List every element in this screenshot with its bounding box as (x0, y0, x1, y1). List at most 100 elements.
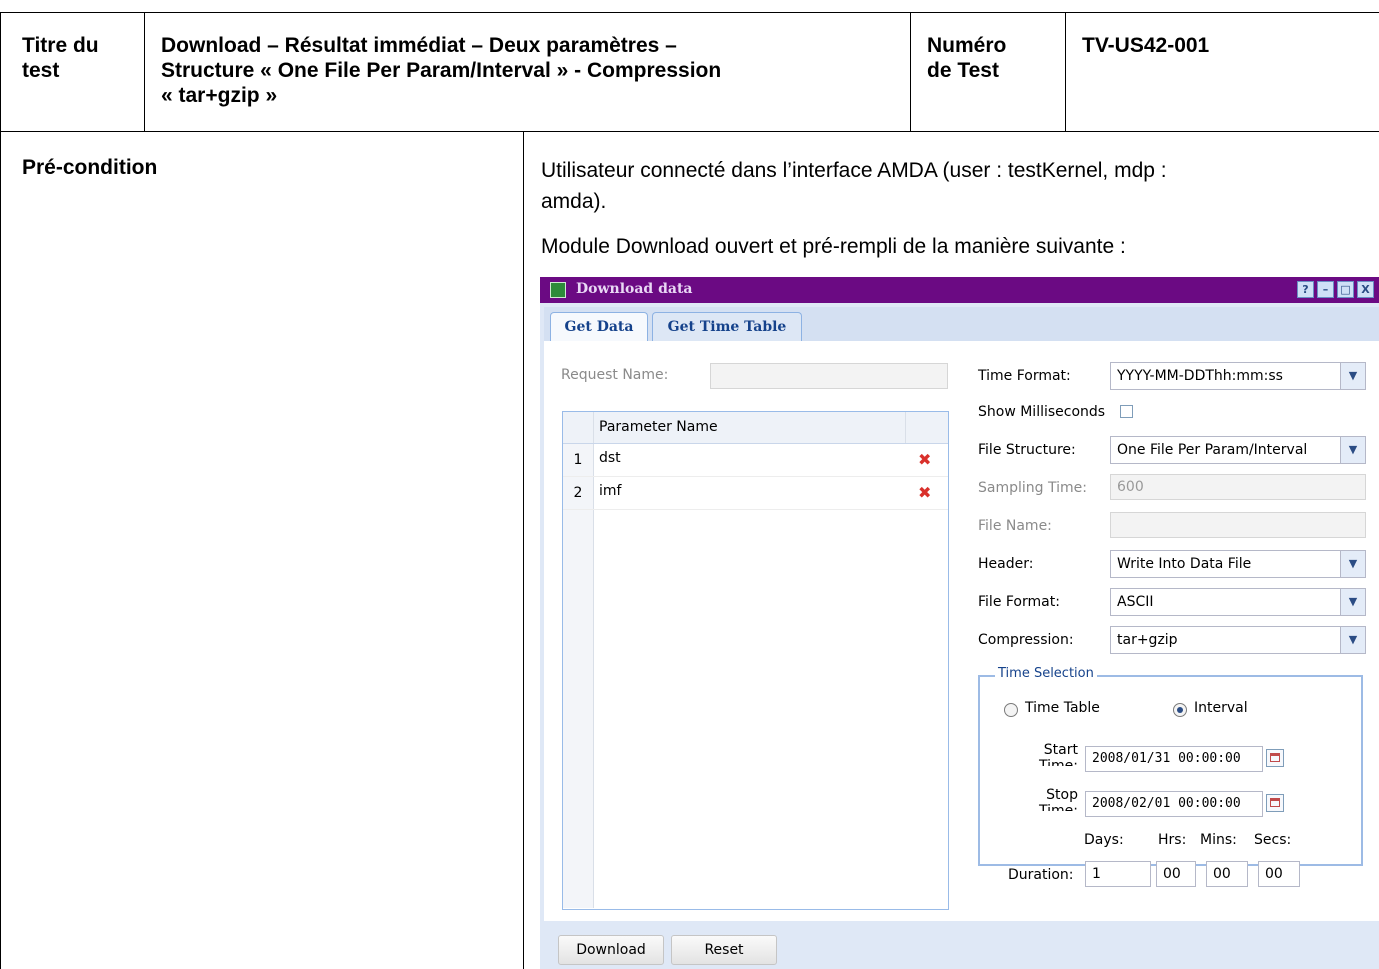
header-value: Write Into Data File (1117, 556, 1252, 572)
start-time-input[interactable]: 2008/01/31 00:00:00 (1085, 746, 1263, 772)
mins-label: Mins: (1200, 832, 1237, 848)
stop-time-label-line1: Stop (1046, 787, 1078, 803)
tab-get-data[interactable]: Get Data (550, 312, 648, 342)
test-number-value: TV-US42-001 (1082, 34, 1210, 57)
test-number-label-line1: Numéro (927, 34, 1007, 57)
download-button[interactable]: Download (558, 935, 664, 965)
precondition-line1: Utilisateur connecté dans l’interface AM… (541, 159, 1167, 182)
start-time-label-line1: Start (1043, 742, 1078, 758)
test-title-line2: Structure « One File Per Param/Interval … (161, 59, 722, 82)
time-format-select[interactable]: YYYY-MM-DDThh:mm:ss ▼ (1110, 362, 1366, 390)
calendar-icon[interactable] (1266, 794, 1284, 812)
precondition-text-2: Module Download ouvert et pré-rempli de … (541, 235, 1126, 258)
file-name-input[interactable] (1110, 512, 1366, 538)
chevron-down-icon[interactable]: ▼ (1340, 363, 1365, 389)
table-row[interactable]: 1 dst ✖ (563, 444, 948, 477)
maximize-icon[interactable]: □ (1337, 281, 1354, 298)
stop-time-input[interactable]: 2008/02/01 00:00:00 (1085, 791, 1263, 817)
start-time-label: Start Time: (1038, 742, 1078, 766)
test-title-label-line1: Titre du (22, 34, 99, 57)
table-col-divider-1 (144, 12, 145, 131)
download-window: Download data ? – □ X Get Data Get Time … (540, 277, 1379, 969)
test-number-label: Numéro de Test (927, 33, 1006, 83)
table-border-top (0, 12, 1379, 13)
chevron-down-icon[interactable]: ▼ (1340, 627, 1365, 653)
tab-get-time-table[interactable]: Get Time Table (652, 312, 802, 341)
duration-label: Duration: (1008, 867, 1074, 883)
row-number: 1 (563, 444, 594, 476)
time-table-radio[interactable] (1004, 703, 1018, 717)
grid-header-rownum (563, 412, 594, 443)
stop-time-label-line2: Time: (1039, 803, 1078, 811)
request-name-label: Request Name: (561, 367, 669, 383)
window-title-bar[interactable]: Download data ? – □ X (540, 277, 1379, 303)
compression-label: Compression: (978, 632, 1074, 648)
file-structure-value: One File Per Param/Interval (1117, 442, 1308, 458)
file-structure-label: File Structure: (978, 442, 1076, 458)
file-format-select[interactable]: ASCII ▼ (1110, 588, 1366, 616)
parameter-name-cell: imf (599, 483, 622, 499)
hrs-label: Hrs: (1158, 832, 1187, 848)
window-title: Download data (576, 281, 693, 297)
download-icon (550, 282, 566, 298)
secs-label: Secs: (1254, 832, 1292, 848)
time-format-label: Time Format: (978, 368, 1071, 384)
parameter-name-cell: dst (599, 450, 621, 466)
test-title-line3: « tar+gzip » (161, 84, 278, 107)
table-col-divider-3 (1065, 12, 1066, 131)
header-select[interactable]: Write Into Data File ▼ (1110, 550, 1366, 578)
precondition-label: Pré-condition (22, 156, 158, 179)
parameter-grid: Parameter Name 1 dst ✖ 2 imf ✖ (562, 411, 949, 910)
row-number: 2 (563, 477, 594, 509)
time-table-label[interactable]: Time Table (1025, 700, 1100, 716)
chevron-down-icon[interactable]: ▼ (1340, 437, 1365, 463)
sampling-time-input[interactable]: 600 (1110, 474, 1366, 500)
stop-time-label: Stop Time: (1038, 787, 1078, 811)
duration-days-input[interactable]: 1 (1085, 861, 1151, 887)
interval-label[interactable]: Interval (1194, 700, 1248, 716)
table-col-divider-2 (910, 12, 911, 131)
grid-header-action (905, 412, 906, 443)
test-title-value: Download – Résultat immédiat – Deux para… (161, 33, 721, 108)
grid-header: Parameter Name (563, 412, 948, 444)
bottom-toolbar: Download Reset (544, 921, 1379, 969)
time-format-value: YYYY-MM-DDThh:mm:ss (1117, 368, 1283, 384)
table-border-left (0, 12, 1, 969)
duration-mins-input[interactable]: 00 (1206, 861, 1248, 887)
precondition-line2: amda). (541, 190, 607, 213)
table-row[interactable]: 2 imf ✖ (563, 477, 948, 510)
minimize-icon[interactable]: – (1317, 281, 1334, 298)
table-row-divider (0, 131, 1379, 132)
header-label: Header: (978, 556, 1034, 572)
duration-hrs-input[interactable]: 00 (1156, 861, 1196, 887)
grid-header-parameter-name[interactable]: Parameter Name (599, 419, 718, 435)
show-milliseconds-label: Show Milliseconds (978, 404, 1106, 420)
chevron-down-icon[interactable]: ▼ (1340, 551, 1365, 577)
help-icon[interactable]: ? (1297, 281, 1314, 298)
chevron-down-icon[interactable]: ▼ (1340, 589, 1365, 615)
sampling-time-label: Sampling Time: (978, 480, 1087, 496)
time-selection-legend: Time Selection (995, 666, 1097, 681)
show-milliseconds-checkbox[interactable] (1120, 405, 1133, 418)
file-format-label: File Format: (978, 594, 1060, 610)
compression-value: tar+gzip (1117, 632, 1178, 648)
test-number-label-line2: de Test (927, 59, 999, 82)
get-data-panel: Request Name: Parameter Name 1 dst ✖ 2 i… (544, 341, 1379, 921)
duration-secs-input[interactable]: 00 (1258, 861, 1300, 887)
delete-icon[interactable]: ✖ (918, 483, 931, 502)
request-name-input[interactable] (710, 363, 948, 389)
test-title-label: Titre du test (22, 33, 99, 83)
test-title-label-line2: test (22, 59, 60, 82)
grid-rownum-column (563, 510, 594, 908)
calendar-icon[interactable] (1266, 749, 1284, 767)
file-name-label: File Name: (978, 518, 1052, 534)
precondition-text-1: Utilisateur connecté dans l’interface AM… (541, 158, 1371, 214)
reset-button[interactable]: Reset (671, 935, 777, 965)
file-format-value: ASCII (1117, 594, 1154, 610)
file-structure-select[interactable]: One File Per Param/Interval ▼ (1110, 436, 1366, 464)
close-icon[interactable]: X (1357, 281, 1374, 298)
days-label: Days: (1084, 832, 1124, 848)
delete-icon[interactable]: ✖ (918, 450, 931, 469)
compression-select[interactable]: tar+gzip ▼ (1110, 626, 1366, 654)
interval-radio[interactable] (1173, 703, 1187, 717)
